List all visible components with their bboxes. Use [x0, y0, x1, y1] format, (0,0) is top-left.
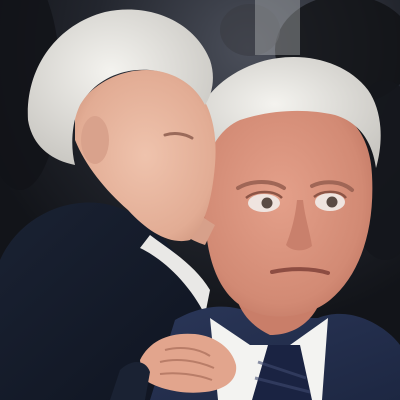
photo-frame	[0, 0, 400, 400]
photo-illustration	[0, 0, 400, 400]
left-ear	[81, 116, 109, 164]
